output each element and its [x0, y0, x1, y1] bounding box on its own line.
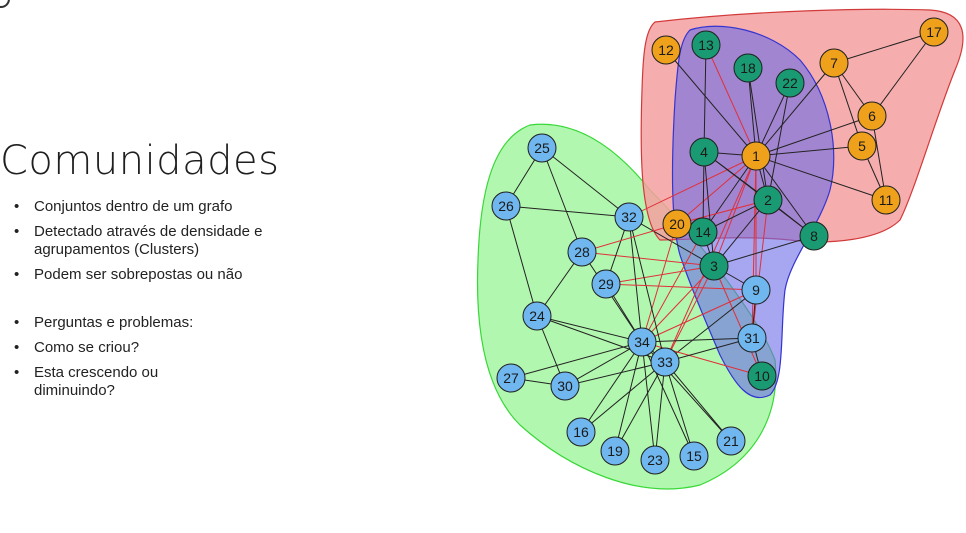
- graph-node-5: 5: [847, 131, 877, 161]
- graph-node-30: 30: [550, 371, 580, 401]
- graph-node-18: 18: [733, 53, 763, 83]
- graph-node-label: 9: [752, 282, 760, 298]
- graph-node-6: 6: [857, 101, 887, 131]
- graph-node-23: 23: [640, 445, 670, 475]
- graph-node-label: 30: [557, 378, 573, 394]
- graph-node-label: 3: [710, 258, 718, 274]
- graph-node-label: 24: [529, 308, 545, 324]
- graph-node-26: 26: [491, 191, 521, 221]
- graph-node-4: 4: [689, 137, 719, 167]
- graph-node-label: 21: [723, 433, 739, 449]
- graph-node-17: 17: [919, 17, 949, 47]
- graph-node-label: 10: [754, 368, 770, 384]
- graph-node-11: 11: [871, 185, 901, 215]
- graph-node-10: 10: [747, 361, 777, 391]
- graph-node-25: 25: [527, 133, 557, 163]
- graph-node-15: 15: [679, 441, 709, 471]
- graph-node-1: 1: [741, 141, 771, 171]
- graph-node-8: 8: [799, 221, 829, 251]
- graph-node-label: 11: [879, 192, 894, 208]
- community-graph: 1234 56789101112 1314151617181920212223242…: [476, 8, 964, 490]
- graph-node-label: 32: [621, 209, 637, 225]
- graph-node-21: 21: [716, 426, 746, 456]
- graph-node-29: 29: [591, 269, 621, 299]
- graph-node-32: 32: [614, 202, 644, 232]
- graph-node-22: 22: [775, 68, 805, 98]
- graph-node-16: 16: [566, 417, 596, 447]
- graph-node-2: 2: [753, 185, 783, 215]
- graph-node-19: 19: [600, 436, 630, 466]
- graph-node-label: 5: [858, 138, 866, 154]
- graph-node-label: 25: [534, 140, 550, 156]
- graph-node-9: 9: [741, 275, 771, 305]
- graph-node-label: 33: [657, 354, 673, 370]
- graph-node-label: 23: [647, 452, 663, 468]
- graph-node-24: 24: [522, 301, 552, 331]
- graph-node-label: 16: [573, 424, 589, 440]
- graph-node-label: 29: [598, 276, 614, 292]
- graph-node-label: 12: [658, 42, 674, 58]
- graph-node-label: 34: [634, 334, 650, 350]
- graph-node-34: 34: [627, 327, 657, 357]
- graph-node-label: 31: [744, 330, 760, 346]
- graph-node-label: 8: [810, 228, 818, 244]
- graph-node-label: 15: [686, 448, 702, 464]
- graph-node-label: 2: [764, 192, 772, 208]
- graph-node-7: 7: [819, 48, 849, 78]
- graph-node-label: 13: [698, 37, 714, 53]
- graph-node-label: 19: [607, 443, 623, 459]
- graph-node-label: 20: [669, 216, 685, 232]
- graph-node-label: 26: [498, 198, 514, 214]
- graph-node-28: 28: [567, 237, 597, 267]
- graph-node-14: 14: [688, 217, 718, 247]
- graph-node-27: 27: [496, 363, 526, 393]
- graph-node-20: 20: [662, 209, 692, 239]
- graph-node-33: 33: [650, 347, 680, 377]
- graph-node-label: 22: [782, 75, 798, 91]
- graph-node-12: 12: [651, 35, 681, 65]
- graph-node-label: 18: [740, 60, 756, 76]
- graph-node-13: 13: [691, 30, 721, 60]
- graph-node-label: 14: [695, 224, 711, 240]
- graph-node-label: 27: [503, 370, 519, 386]
- graph-node-label: 1: [752, 148, 760, 164]
- graph-node-label: 17: [926, 24, 942, 40]
- graph-node-3: 3: [699, 251, 729, 281]
- graph-node-label: 6: [868, 108, 876, 124]
- graph-node-31: 31: [737, 323, 767, 353]
- graph-node-label: 7: [830, 55, 838, 71]
- graph-node-label: 4: [700, 144, 708, 160]
- graph-node-label: 28: [574, 244, 590, 260]
